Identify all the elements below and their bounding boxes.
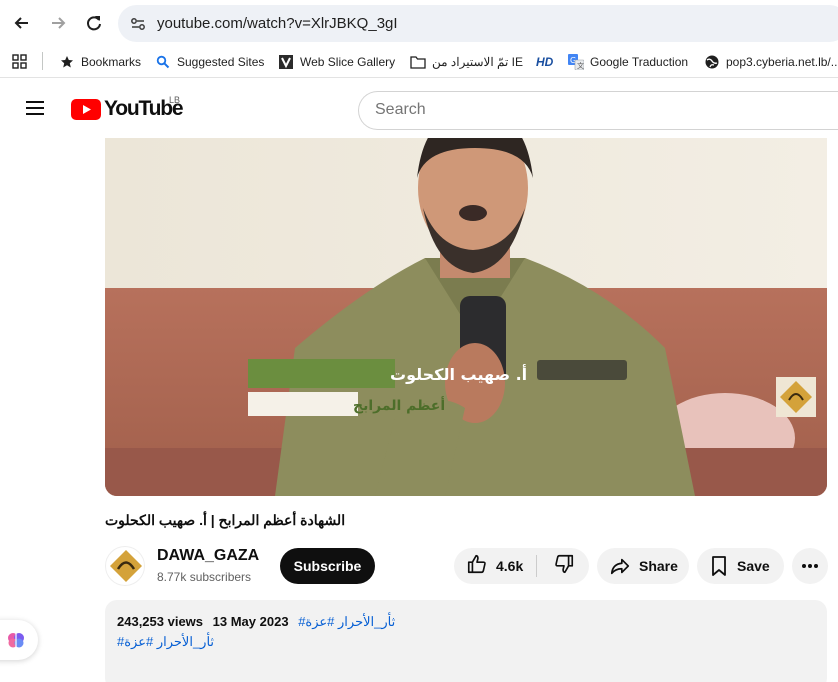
hamburger-icon [24,101,48,115]
translate-icon: G文 [568,54,584,70]
hashtags-line-2[interactable]: #ثأر_الأحرار #عزة [117,634,214,650]
view-count: 243,253 views [117,614,204,629]
share-icon [609,555,631,577]
youtube-header: YouTube LB [0,79,838,137]
channel-logo-icon [110,550,142,582]
url-text[interactable]: youtube.com/watch?v=XlrJBKQ_3gI [157,15,398,32]
search-input[interactable] [375,101,775,119]
like-count: 4.6k [496,558,524,574]
more-horizontal-icon [802,564,818,568]
country-code: LB [169,95,181,105]
bookmark-bookmarks[interactable]: Bookmarks [59,53,141,71]
bookmark-label: تمّ الاستيراد من IE [432,55,524,69]
channel-avatar[interactable] [105,546,145,586]
bookmark-hd[interactable]: HD [536,53,553,71]
share-label: Share [639,558,678,574]
channel-name[interactable]: DAWA_GAZA [157,547,259,565]
dislike-button[interactable] [538,548,589,584]
apps-button[interactable] [12,53,28,71]
bookmarks-divider [42,52,43,70]
subscriber-count: 8.77k subscribers [157,570,252,584]
svg-text:文: 文 [577,61,584,70]
web-slice-icon [278,54,294,70]
browser-window: youtube.com/watch?v=XlrJBKQ_3gI Bookmark… [0,0,838,682]
menu-button[interactable] [24,97,48,119]
youtube-play-icon [71,98,101,120]
description-box[interactable]: 243,253 views 13 May 2023 #ثأر_الأحرار #… [105,600,827,682]
forward-button[interactable] [45,10,71,36]
arrow-left-icon [14,17,28,29]
bookmark-label: Web Slice Gallery [300,55,396,69]
brain-icon [8,633,24,648]
search-box[interactable] [358,91,838,130]
address-bar[interactable]: youtube.com/watch?v=XlrJBKQ_3gI [118,5,838,42]
more-actions-button[interactable] [792,548,828,584]
subscribe-button[interactable]: Subscribe [280,548,375,584]
star-icon [59,54,75,70]
bookmark-label: Bookmarks [81,55,142,69]
reload-icon [87,16,101,31]
back-button[interactable] [9,10,35,36]
like-dislike-group: 4.6k [454,548,589,584]
browser-toolbar: youtube.com/watch?v=XlrJBKQ_3gI [0,0,838,46]
video-frame: أ. صهيب الكحلوت أعظم المرابح [105,138,827,496]
bookmark-save-icon [709,555,729,577]
overlay-name-text: أ. صهيب الكحلوت [390,364,527,384]
arrow-right-icon [52,17,66,29]
hd-icon: HD [536,55,554,69]
like-button[interactable]: 4.6k [454,548,536,584]
overlay-subtitle-text: أعظم المرابح [353,396,445,414]
hashtags-line-1[interactable]: #ثأر_الأحرار #عزة [298,614,395,629]
save-label: Save [737,558,770,574]
globe-icon [704,54,720,70]
bookmark-google-traduction[interactable]: G文 Google Traduction [568,53,688,71]
youtube-logo[interactable]: YouTube [71,97,184,121]
bookmark-web-slice-gallery[interactable]: Web Slice Gallery [278,53,395,71]
upload-date: 13 May 2023 [212,614,289,629]
save-button[interactable]: Save [697,548,784,584]
bookmark-label: pop3.cyberia.net.lb/... [726,55,838,69]
bookmarks-bar: Bookmarks Suggested Sites Web Slice Gall… [0,46,838,78]
reload-button[interactable] [81,10,107,36]
description-meta: 243,253 views 13 May 2023 #ثأر_الأحرار #… [117,614,395,630]
bookmark-ie-imported[interactable]: تمّ الاستيراد من IE [410,53,523,71]
like-divider [536,555,537,577]
bookmark-suggested-sites[interactable]: Suggested Sites [155,53,264,71]
channel-watermark-icon [776,377,816,417]
apps-grid-icon [12,54,27,69]
video-player[interactable]: أ. صهيب الكحلوت أعظم المرابح [105,138,827,496]
bookmark-pop3-cyberia[interactable]: pop3.cyberia.net.lb/... [704,53,838,71]
thumbs-up-icon [466,553,488,580]
video-title: الشهادة أعظم المرابح | أ. صهيب الكحلوت [105,512,346,528]
bookmark-label: Google Traduction [590,55,689,69]
search-icon [155,54,171,70]
share-button[interactable]: Share [597,548,689,584]
folder-icon [410,54,426,70]
thumbs-down-icon [553,553,575,580]
site-info-icon[interactable] [128,14,148,34]
bookmark-label: Suggested Sites [177,55,265,69]
extension-widget-button[interactable] [0,620,38,660]
